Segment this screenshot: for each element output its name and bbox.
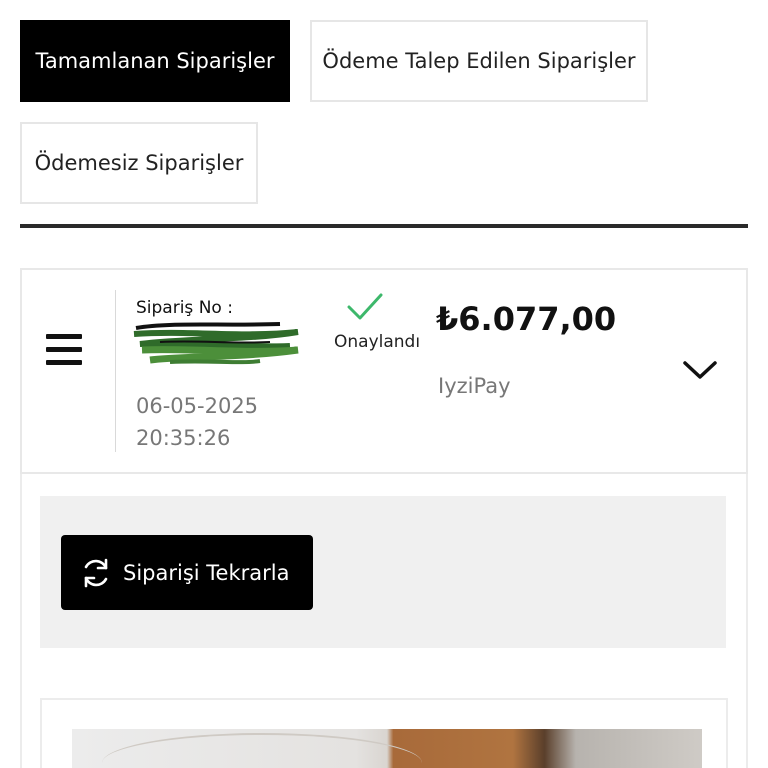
order-datetime: 06-05-2025 20:35:26	[136, 390, 258, 454]
tab-completed-orders[interactable]: Tamamlanan Siparişler	[20, 20, 290, 102]
product-image-detail	[102, 733, 422, 768]
checkmark-icon	[347, 293, 383, 320]
refresh-icon	[84, 558, 108, 587]
column-divider	[115, 290, 116, 452]
reorder-button-label: Siparişi Tekrarla	[123, 560, 290, 585]
order-amount: ₺6.077,00	[436, 300, 617, 338]
order-number-label: Sipariş No :	[136, 298, 233, 318]
hamburger-menu-icon[interactable]	[46, 334, 82, 366]
product-image	[72, 729, 702, 768]
chevron-down-icon[interactable]	[682, 358, 718, 382]
reorder-button[interactable]: Siparişi Tekrarla	[61, 535, 313, 610]
section-divider	[20, 224, 748, 228]
tab-payment-requested-orders[interactable]: Ödeme Talep Edilen Siparişler	[310, 20, 648, 102]
order-time: 20:35:26	[136, 426, 231, 450]
order-summary-card[interactable]: Sipariş No : 06-05-2025 20:35:26 Onaylan…	[20, 268, 748, 474]
payment-method: IyziPay	[438, 374, 511, 398]
order-status: Onaylandı	[334, 332, 421, 352]
order-date: 06-05-2025	[136, 394, 259, 418]
redacted-order-number	[133, 322, 299, 365]
tab-unpaid-orders[interactable]: Ödemesiz Siparişler	[20, 122, 258, 204]
